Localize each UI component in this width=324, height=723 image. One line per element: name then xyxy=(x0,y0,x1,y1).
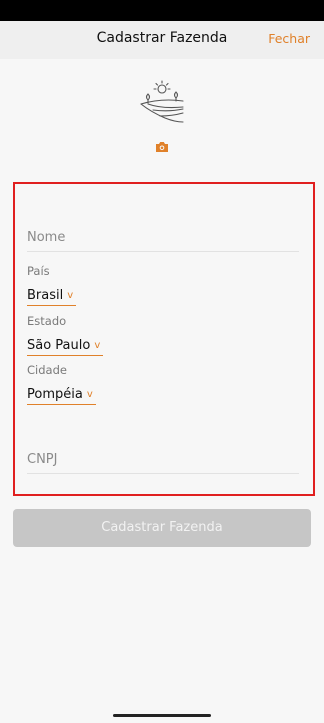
farm-form: Nome País Brasil v Estado São Paulo v Cida… xyxy=(13,182,315,496)
cnpj-field[interactable]: CNPJ xyxy=(27,450,299,474)
city-select[interactable]: Pompéia v xyxy=(27,383,96,405)
state-value: São Paulo xyxy=(27,338,91,353)
navigation-bar: Cadastrar Fazenda Fechar xyxy=(0,21,324,59)
farm-landscape-icon xyxy=(140,80,184,123)
state-label: Estado xyxy=(27,314,67,328)
status-bar xyxy=(0,0,324,21)
country-label: País xyxy=(27,264,50,278)
city-label: Cidade xyxy=(27,363,67,377)
country-value: Brasil xyxy=(27,288,64,303)
chevron-down-icon: v xyxy=(67,290,74,301)
cnpj-placeholder: CNPJ xyxy=(27,452,58,467)
close-button[interactable]: Fechar xyxy=(268,31,310,46)
city-value: Pompéia xyxy=(27,387,83,402)
camera-icon[interactable] xyxy=(155,141,169,153)
chevron-down-icon: v xyxy=(86,389,93,400)
chevron-down-icon: v xyxy=(94,340,101,351)
name-field[interactable]: Nome xyxy=(27,228,299,252)
state-select[interactable]: São Paulo v xyxy=(27,334,104,356)
name-placeholder: Nome xyxy=(27,230,66,245)
register-farm-button[interactable]: Cadastrar Fazenda xyxy=(13,509,311,547)
home-indicator xyxy=(113,714,211,717)
country-select[interactable]: Brasil v xyxy=(27,284,77,306)
